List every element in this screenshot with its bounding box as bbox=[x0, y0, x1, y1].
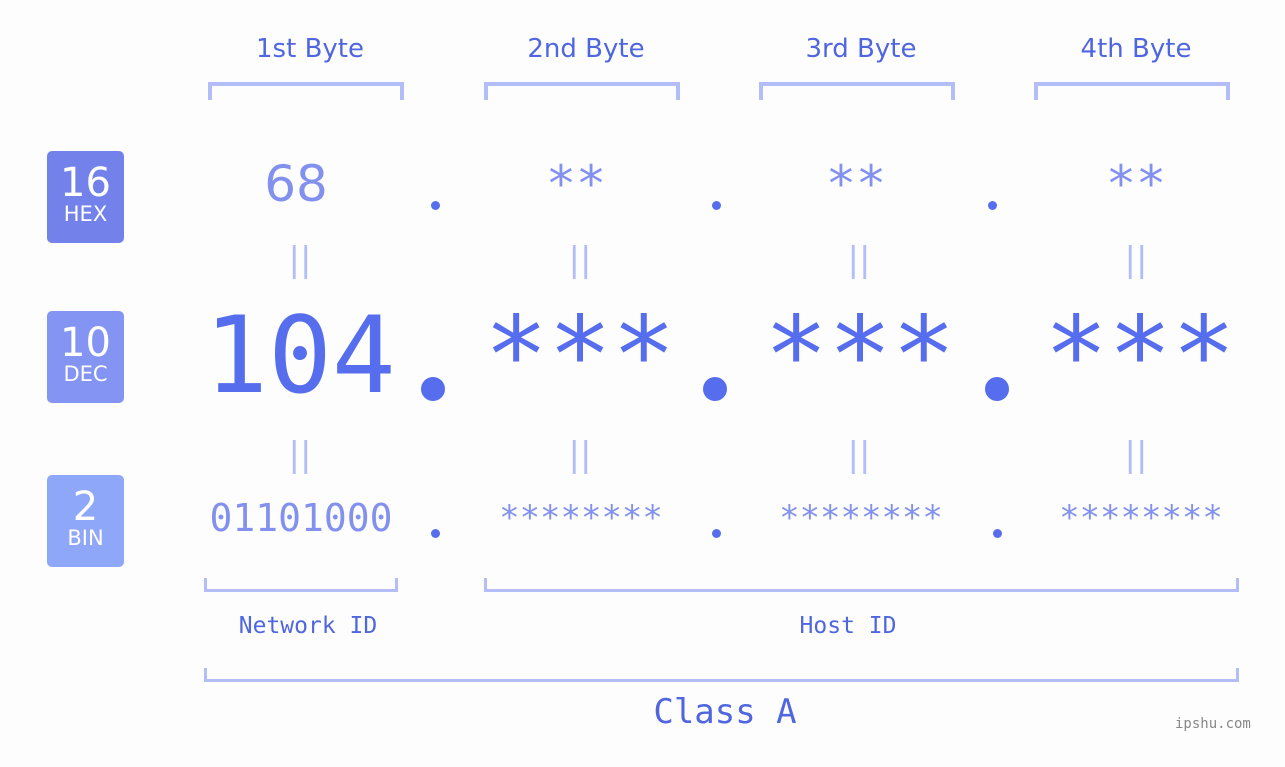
byte-bracket-3 bbox=[759, 82, 955, 100]
byte-header-4: 4th Byte bbox=[1080, 34, 1192, 64]
bin-byte-2: ******** bbox=[499, 498, 663, 538]
equals-2-2: || bbox=[568, 435, 592, 475]
dec-byte-4: *** bbox=[1044, 294, 1236, 417]
dec-base-label: DEC bbox=[63, 362, 108, 386]
hex-byte-4: ** bbox=[1105, 155, 1167, 213]
equals-1-4: || bbox=[1124, 240, 1148, 280]
dec-byte-2: *** bbox=[484, 294, 676, 417]
hex-byte-3: ** bbox=[825, 155, 887, 213]
hex-dot-2 bbox=[712, 201, 721, 210]
bin-dot-3 bbox=[993, 529, 1002, 538]
dec-badge: 10 DEC bbox=[47, 311, 124, 403]
host-id-label: Host ID bbox=[799, 613, 897, 639]
byte-bracket-4 bbox=[1034, 82, 1230, 100]
class-label: Class A bbox=[653, 692, 797, 732]
byte-header-1: 1st Byte bbox=[256, 34, 364, 64]
equals-2-1: || bbox=[288, 435, 312, 475]
dec-base-number: 10 bbox=[60, 320, 111, 366]
equals-1-1: || bbox=[288, 240, 312, 280]
dec-dot-1 bbox=[421, 377, 445, 401]
bin-base-label: BIN bbox=[67, 526, 104, 550]
watermark: ipshu.com bbox=[1175, 716, 1251, 732]
host-id-bracket bbox=[484, 578, 1239, 592]
byte-header-2: 2nd Byte bbox=[527, 34, 645, 64]
byte-bracket-2 bbox=[484, 82, 680, 100]
equals-2-3: || bbox=[847, 435, 871, 475]
hex-badge: 16 HEX bbox=[47, 151, 124, 243]
hex-base-number: 16 bbox=[60, 160, 111, 206]
equals-1-2: || bbox=[568, 240, 592, 280]
equals-1-3: || bbox=[847, 240, 871, 280]
hex-dot-3 bbox=[988, 201, 997, 210]
bin-base-number: 2 bbox=[72, 484, 99, 530]
bin-dot-2 bbox=[712, 529, 721, 538]
hex-base-label: HEX bbox=[63, 202, 108, 226]
dec-byte-3: *** bbox=[764, 294, 956, 417]
hex-byte-1: 68 bbox=[264, 155, 328, 213]
bin-badge: 2 BIN bbox=[47, 475, 124, 567]
network-id-bracket bbox=[204, 578, 398, 592]
dec-byte-1: 104 bbox=[204, 294, 396, 417]
byte-header-3: 3rd Byte bbox=[805, 34, 917, 64]
bin-byte-4: ******** bbox=[1059, 498, 1223, 538]
byte-bracket-1 bbox=[208, 82, 404, 100]
network-id-label: Network ID bbox=[238, 613, 378, 639]
bin-byte-3: ******** bbox=[779, 498, 943, 538]
bin-byte-1: 01101000 bbox=[209, 496, 393, 540]
class-bracket bbox=[204, 668, 1239, 682]
hex-dot-1 bbox=[431, 201, 440, 210]
equals-2-4: || bbox=[1124, 435, 1148, 475]
bin-dot-1 bbox=[431, 529, 440, 538]
hex-byte-2: ** bbox=[545, 155, 607, 213]
dec-dot-3 bbox=[985, 377, 1009, 401]
dec-dot-2 bbox=[703, 377, 727, 401]
